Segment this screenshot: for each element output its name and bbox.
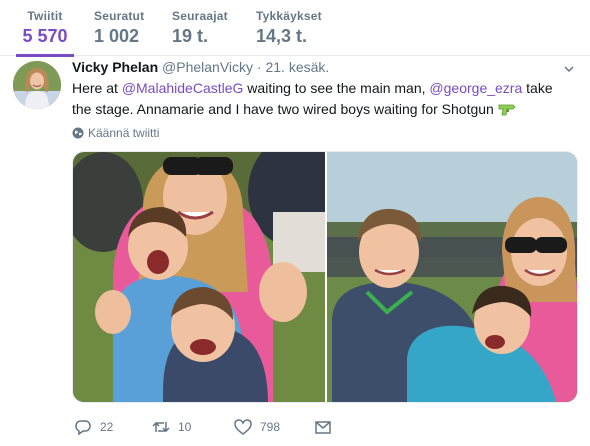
photo-left[interactable] [73,152,325,402]
tweet-timestamp[interactable]: 21. kesäk. [265,59,329,75]
retweet-count: 10 [178,420,192,434]
photo-left-image [73,152,325,402]
tweet[interactable]: Vicky Phelan @PhelanVicky · 21. kesäk. H… [0,56,590,446]
translate-label: Käännä twiitti [88,126,160,140]
tab-tweets-count: 5 570 [22,26,68,46]
reply-count: 22 [100,420,114,434]
reply-button[interactable]: 22 [74,418,113,436]
tab-likes-label: Tykkäykset [256,9,322,23]
tweet-text-part: Here at [72,80,122,96]
tweet-text-part: waiting to see the main man, [243,80,430,96]
heart-icon [234,419,252,435]
retweet-icon [152,421,170,433]
photo-right-image [327,152,577,402]
retweet-button[interactable]: 10 [152,418,191,436]
avatar[interactable] [13,61,61,109]
mention-link[interactable]: @george_ezra [429,80,522,96]
tweet-header: Vicky Phelan @PhelanVicky · 21. kesäk. [72,59,570,79]
translate-tweet-link[interactable]: Käännä twiitti [72,126,159,140]
mention-link[interactable]: @MalahideCastleG [122,80,244,96]
reply-icon [75,420,91,436]
tweet-media[interactable] [72,151,578,403]
avatar-image [13,61,61,109]
tab-likes[interactable]: Tykkäykset 14,3 t. [256,0,322,56]
photo-right[interactable] [327,152,577,402]
profile-stats-nav: Twiitit 5 570 Seuratut 1 002 Seuraajat 1… [0,0,590,57]
tweet-text: Here at @MalahideCastleG waiting to see … [72,78,572,120]
envelope-icon [315,421,331,434]
author-handle[interactable]: @PhelanVicky [162,59,253,75]
like-count: 798 [260,420,281,434]
globe-icon [72,127,84,139]
direct-message-button[interactable] [314,418,340,436]
tab-following[interactable]: Seuratut 1 002 [94,0,144,56]
like-button[interactable]: 798 [234,418,280,436]
tab-followers-count: 19 t. [172,26,209,46]
author-name[interactable]: Vicky Phelan [72,59,158,75]
chevron-down-icon[interactable] [564,64,574,74]
header-separator: · [256,59,262,75]
tab-tweets-label: Twiitit [27,9,63,23]
water-pistol-emoji [498,104,516,116]
tab-tweets[interactable]: Twiitit 5 570 [16,0,74,57]
tab-following-count: 1 002 [94,26,140,46]
tab-following-label: Seuratut [94,9,145,23]
tab-followers[interactable]: Seuraajat 19 t. [172,0,228,56]
tweet-actions: 22 10 798 [72,418,572,442]
tab-likes-count: 14,3 t. [256,26,308,46]
tab-followers-label: Seuraajat [172,9,228,23]
